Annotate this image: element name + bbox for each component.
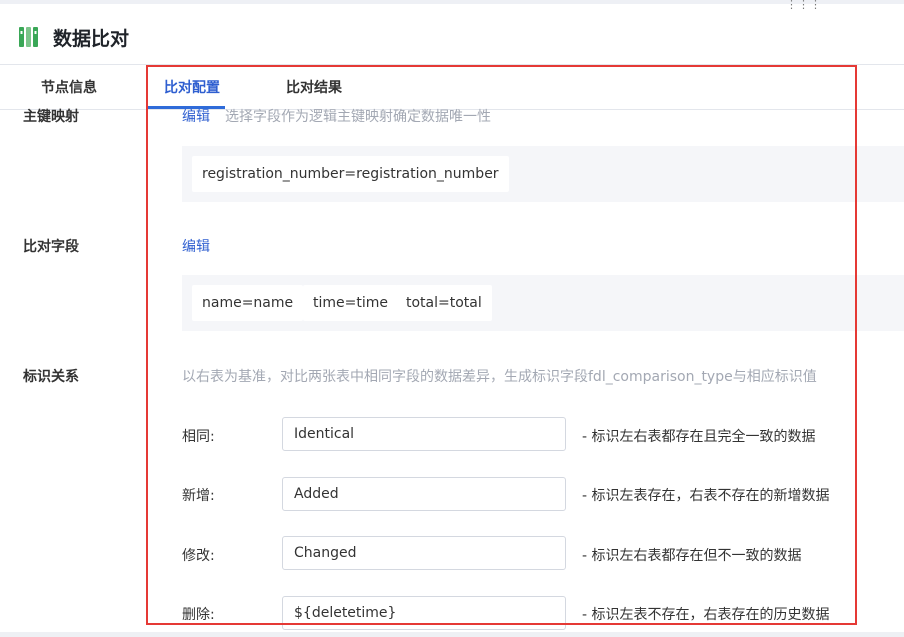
deleted-label: 删除: [182,607,215,623]
identical-input[interactable]: Identical [282,417,566,451]
identical-label: 相同: [182,429,215,445]
primary-key-chip: registration_number=registration_number [192,156,509,192]
deleted-input[interactable]: ${deletetime} [282,596,566,630]
tab-bar: 节点信息 比对配置 比对结果 [0,64,904,110]
tab-node-info[interactable]: 节点信息 [41,77,97,97]
identical-desc: - 标识左右表都存在且完全一致的数据 [582,429,816,445]
field-mapping-chip: name=name [192,285,304,321]
primary-key-hint: 选择字段作为逻辑主键映射确定数据唯一性 [225,109,491,125]
field-mapping-chip: time=time [303,285,398,321]
added-desc: - 标识左表存在，右表不存在的新增数据 [582,488,830,504]
tab-compare-config[interactable]: 比对配置 [164,77,220,97]
changed-label: 修改: [182,548,215,564]
primary-key-label: 主键映射 [23,109,79,125]
bookshelf-icon [19,27,38,47]
changed-input[interactable]: Changed [282,536,566,570]
identify-label: 标识关系 [23,369,79,385]
primary-key-panel: registration_number=registration_number [182,146,904,202]
bottom-strip [0,632,904,637]
compare-fields-label: 比对字段 [23,239,79,255]
compare-fields-edit-link[interactable]: 编辑 [182,236,210,256]
deleted-desc: - 标识左表不存在，右表存在的历史数据 [582,607,830,623]
added-label: 新增: [182,488,215,504]
identify-hint: 以右表为基准，对比两张表中相同字段的数据差异，生成标识字段fdl_compari… [182,369,817,385]
header: 数据比对 [0,4,904,64]
field-mapping-chip: total=total [396,285,492,321]
primary-key-edit-link[interactable]: 编辑 [182,106,210,126]
changed-desc: - 标识左右表都存在但不一致的数据 [582,548,802,564]
added-input[interactable]: Added [282,477,566,511]
tab-compare-result[interactable]: 比对结果 [286,77,342,97]
compare-fields-panel: name=name time=time total=total [182,275,904,331]
page-title: 数据比对 [53,28,130,50]
